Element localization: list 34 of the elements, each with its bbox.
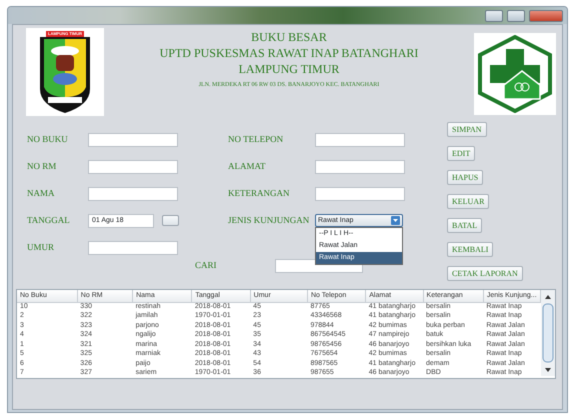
field-label: JENIS KUNJUNGAN [228, 214, 310, 227]
field-label: KETERANGAN [228, 186, 290, 200]
action-button[interactable]: KELUAR [447, 194, 490, 209]
field-label: NO TELEPON [228, 132, 284, 146]
input-field[interactable] [88, 160, 178, 174]
maximize-button[interactable] [507, 10, 525, 22]
input-field[interactable] [88, 186, 178, 200]
caret-icon [391, 216, 400, 225]
institution-name: UPTD PUSKESMAS RAWAT INAP BATANGHARI [160, 45, 418, 61]
field-label: ALAMAT [228, 160, 266, 173]
field-label: TANGGAL [27, 214, 71, 227]
minimize-button[interactable] [485, 10, 503, 22]
calendar-button[interactable] [162, 215, 179, 226]
field-label: NO RM [27, 160, 58, 173]
field-label: NAMA [27, 186, 56, 200]
report-button[interactable]: CETAK LAPORAN [447, 266, 523, 281]
action-button[interactable]: KEMBALI [447, 242, 494, 257]
scrollbar[interactable] [541, 290, 555, 376]
field-label: NO BUKU [27, 132, 69, 146]
search-label: CARI [195, 259, 217, 272]
shield-emblem-icon [38, 37, 92, 113]
input-field[interactable] [315, 132, 405, 146]
input-field[interactable] [315, 160, 405, 174]
action-button[interactable]: SIMPAN [447, 122, 486, 137]
action-button[interactable]: BATAL [447, 218, 482, 233]
region-name: LAMPUNG TIMUR [238, 61, 340, 77]
input-field[interactable] [88, 240, 178, 254]
input-field[interactable] [315, 186, 405, 200]
action-button[interactable]: HAPUS [447, 170, 484, 185]
action-button[interactable]: EDIT [447, 146, 476, 161]
field-label: UMUR [27, 240, 56, 254]
report-title: BUKU BESAR [251, 29, 327, 45]
close-button[interactable] [529, 10, 563, 22]
input-field[interactable] [88, 132, 178, 146]
